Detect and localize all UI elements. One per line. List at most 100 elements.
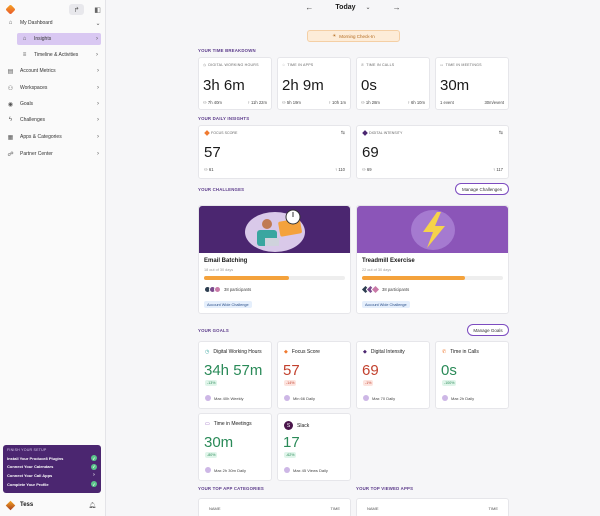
goal-card[interactable]: ◆ Digital Intensity 69 -1% Max 70 Daily: [356, 341, 430, 409]
info-icon[interactable]: ↹: [341, 130, 345, 136]
top-app-categories-title: YOUR TOP APP CATEGORIES: [198, 486, 264, 491]
col-time[interactable]: TIME: [330, 506, 340, 511]
goal-card[interactable]: ▭ Time in Meetings 30m -80% Max 2h 30m Daily: [198, 413, 272, 481]
sun-icon: ☀︎: [332, 33, 337, 38]
goal-title: S Slack: [284, 421, 309, 430]
participants-count: 38 participants: [224, 287, 252, 292]
manage-goals-button[interactable]: Manage Goals: [467, 324, 509, 336]
phone-icon: ✆: [442, 349, 447, 355]
setup-item-label: Complete Your Profile: [7, 481, 49, 487]
chevron-down-icon: ⌄: [95, 20, 101, 27]
participants: 38 participants: [360, 284, 409, 295]
intensity-icon: ◆: [363, 349, 367, 355]
star-icon: ☆: [282, 63, 286, 67]
setup-heading: FINISH YOUR SETUP: [7, 448, 47, 452]
insight-value: 57: [204, 144, 221, 161]
calendar-icon: ▭: [440, 63, 444, 67]
email-batching-illustration: [245, 209, 305, 252]
goal-card[interactable]: ◆ Focus Score 57 -14% Min 66 Daily: [277, 341, 351, 409]
goal-card[interactable]: ✆ Time in Calls 0s -100% Max 2h Daily: [435, 341, 509, 409]
sidebar-item-apps-categories[interactable]: ▦ Apps & Categories ›: [3, 131, 102, 143]
sidebar-item-challenges[interactable]: ϟ Challenges ›: [3, 114, 102, 126]
setup-item[interactable]: Connect Your Calendars ✓: [7, 463, 97, 472]
col-name[interactable]: NAME: [209, 506, 221, 511]
goal-target-text: Max 70 Daily: [372, 395, 396, 401]
insight-label-text: DIGITAL INTENSITY: [369, 131, 403, 135]
card-footer: ⚇ 5h 19m ↑ 10h 1m: [282, 100, 346, 105]
goal-title: ◷ Digital Working Hours: [205, 349, 262, 355]
goal-title: ◆ Digital Intensity: [363, 349, 405, 355]
card-label: ◷ DIGITAL WORKING HOURS: [203, 63, 259, 67]
col-name[interactable]: NAME: [367, 506, 379, 511]
sidebar-item-workspaces[interactable]: ⚇ Workspaces ›: [3, 82, 102, 94]
chart-icon: ▤: [7, 68, 14, 75]
finish-setup-panel: FINISH YOUR SETUP Install Your Produce8 …: [3, 445, 101, 493]
sidebar-item-partner-center[interactable]: ☍ Partner Center ›: [3, 148, 102, 160]
info-icon[interactable]: ↹: [499, 130, 503, 136]
treadmill-illustration: [411, 210, 455, 250]
setup-item[interactable]: Install Your Produce8 Plugins ✓: [7, 454, 97, 463]
home-icon: ⌂: [22, 36, 27, 42]
goal-target-text: Max 40h Weekly: [214, 395, 244, 401]
grid-icon: ▦: [7, 134, 14, 141]
card-label-text: TIME IN CALLS: [366, 63, 395, 67]
col-time[interactable]: TIME: [488, 506, 498, 511]
challenge-tag: Account Wide Challenge: [204, 301, 252, 308]
challenge-illustration: [357, 206, 508, 253]
bell-icon[interactable]: 🔔︎: [88, 502, 96, 509]
top-categories-table-header: NAME TIME: [198, 498, 351, 516]
goal-target: Max 45 Views Daily: [284, 467, 328, 473]
progress-fill: [204, 276, 289, 280]
goal-value: 69: [362, 362, 379, 379]
day-label[interactable]: Today: [335, 4, 355, 11]
user-profile[interactable]: Tess 🔔︎: [5, 500, 96, 510]
challenge-card[interactable]: Email Batching 18 out of 30 days 38 partic…: [198, 205, 351, 314]
produce8-logo: [5, 4, 16, 15]
footer-right: ↑ 6h 10m: [408, 100, 425, 105]
goal-card[interactable]: S Slack 17 -62% Max 45 Views Daily: [277, 413, 351, 481]
chevron-down-icon[interactable]: ⌄: [366, 4, 371, 11]
check-icon: ✓: [91, 455, 97, 462]
share-icon[interactable]: ↱: [69, 4, 84, 15]
time-card: ◷ DIGITAL WORKING HOURS 3h 6m ⚇ 7h 40m ↑ 11h…: [198, 57, 272, 110]
footer-left: ⚇ 5h 19m: [282, 100, 301, 105]
prev-day-arrow-icon[interactable]: ←: [299, 3, 319, 12]
progress-fill: [362, 276, 465, 280]
goals-title: YOUR GOALS: [198, 328, 229, 333]
next-day-arrow-icon[interactable]: →: [387, 3, 407, 12]
phone-icon: ✆: [361, 63, 365, 67]
card-label: ✆ TIME IN CALLS: [361, 63, 394, 67]
goal-change-badge: -1%: [363, 380, 374, 386]
footer-left-value: 61: [208, 167, 214, 172]
participants: 38 participants: [204, 286, 251, 293]
sidebar-item-label: Goals: [20, 101, 34, 107]
challenge-card[interactable]: Treadmill Exercise 22 out of 30 days 38 pa…: [356, 205, 509, 314]
goal-name: Time in Meetings: [213, 421, 252, 427]
sidebar-item-goals[interactable]: ◉ Goals ›: [3, 98, 102, 110]
sidebar-item-insights[interactable]: ⌂ Insights ›: [17, 33, 101, 45]
footer-right-value: 117: [496, 167, 503, 172]
checkin-label: Morning Check-In: [339, 33, 375, 39]
chevron-right-icon: ›: [97, 117, 99, 123]
footer-right: ↑ 117: [493, 167, 503, 172]
goal-target: Max 40h Weekly: [205, 395, 244, 401]
footer-right: ↑ 11h 22m: [248, 100, 267, 105]
setup-item-label: Connect Your Call Apps: [7, 472, 53, 478]
goal-card[interactable]: ◷ Digital Working Hours 34h 57m -13% Max 40h…: [198, 341, 272, 409]
sidebar-item-label: Insights: [34, 36, 52, 42]
setup-item[interactable]: Complete Your Profile ✓: [7, 480, 97, 489]
morning-checkin-button[interactable]: ☀︎ Morning Check-In: [307, 30, 400, 42]
insight-value: 69: [362, 144, 379, 161]
sidebar: ↱ ◧ ⌂ My Dashboard ⌄ ⌂ Insights › ≡ Timeline & …: [0, 0, 106, 516]
sidebar-item-account-metrics[interactable]: ▤ Account Metrics ›: [3, 65, 102, 77]
setup-item[interactable]: Connect Your Call Apps ›: [7, 471, 97, 480]
manage-challenges-button[interactable]: Manage Challenges: [455, 183, 509, 195]
sidebar-item-timeline-activities[interactable]: ≡ Timeline & Activities ›: [17, 49, 101, 61]
sidebar-item-my-dashboard[interactable]: ⌂ My Dashboard ⌄: [3, 17, 102, 29]
bolt-icon: ϟ: [8, 117, 13, 123]
collapse-sidebar-icon[interactable]: ◧: [90, 4, 105, 15]
footer-left: ⚇ 69: [362, 167, 372, 172]
footer-left-value: 5h 19m: [286, 100, 301, 105]
top-viewed-table-header: NAME TIME: [356, 498, 509, 516]
time-card: ☆ TIME IN APPS 2h 9m ⚇ 5h 19m ↑ 10h 1m: [277, 57, 351, 110]
